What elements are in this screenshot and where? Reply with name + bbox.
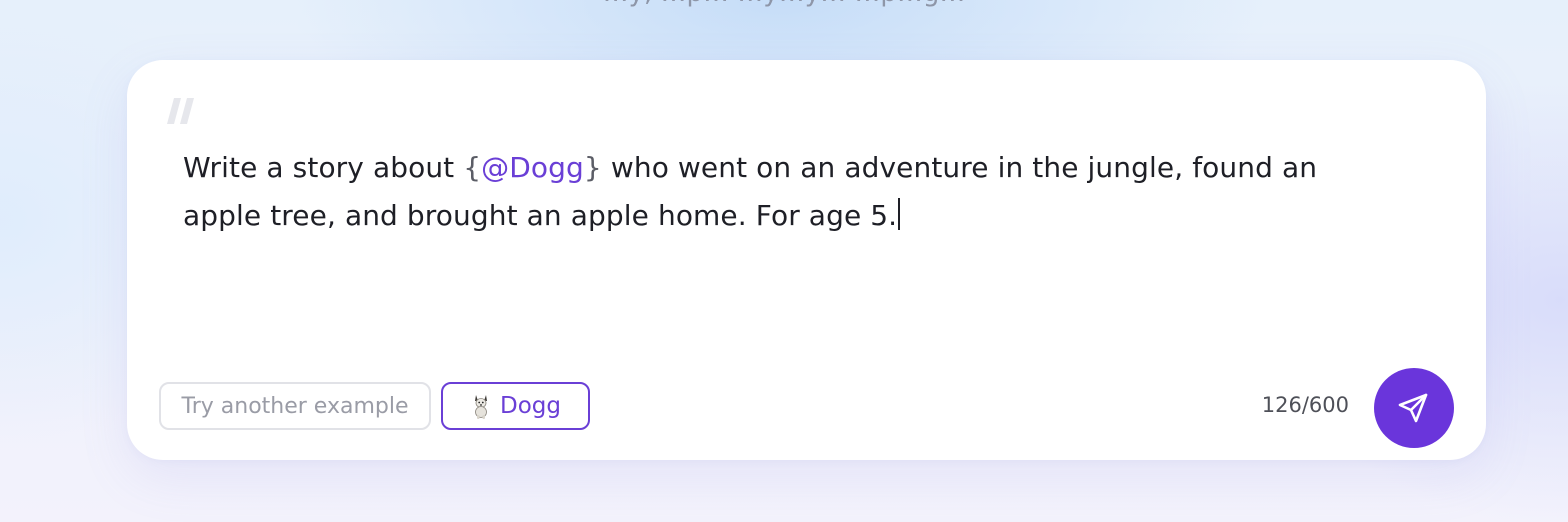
send-button[interactable] [1374, 368, 1454, 448]
page-heading-partial: …y, …p… …y…y… …p…g… [0, 0, 1568, 8]
brace-close: } [583, 151, 602, 184]
try-another-example-label: Try another example [181, 393, 409, 419]
prompt-input[interactable]: Write a story about {@Dogg} who went on … [183, 144, 1383, 240]
brace-open: { [463, 151, 482, 184]
prompt-text-before: Write a story about [183, 151, 464, 184]
quote-mark-icon [167, 98, 194, 124]
character-counter: 126/600 [1261, 393, 1349, 417]
try-another-example-button[interactable]: Try another example [159, 382, 431, 430]
character-chip-label: Dogg [500, 393, 561, 419]
character-mention[interactable]: @Dogg [481, 151, 584, 184]
dog-avatar-icon [475, 395, 487, 419]
prompt-card: Write a story about {@Dogg} who went on … [127, 60, 1486, 460]
send-paper-plane-icon [1398, 393, 1428, 423]
text-caret [898, 198, 901, 230]
character-chip-dogg[interactable]: Dogg [441, 382, 590, 430]
